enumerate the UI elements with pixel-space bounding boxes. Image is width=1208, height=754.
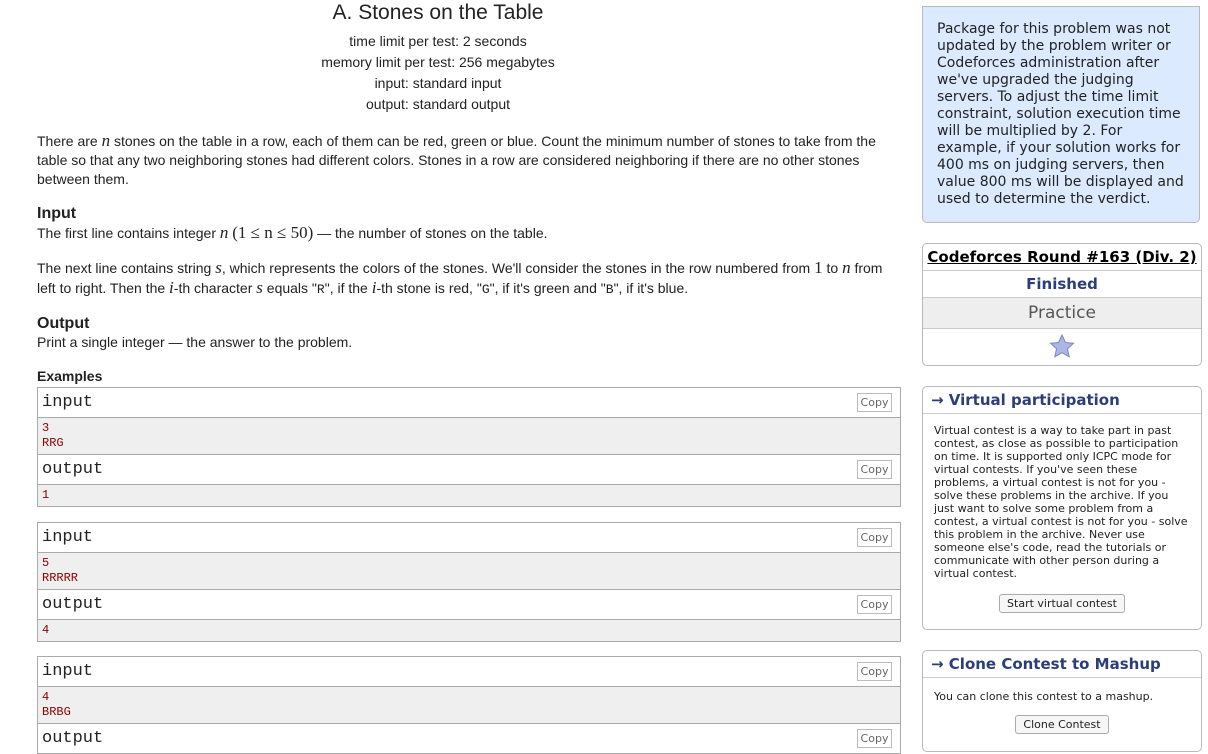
examples-title: Examples	[37, 368, 103, 384]
clone-contest-title: → Clone Contest to Mashup	[923, 651, 1201, 678]
problem-title: A. Stones on the Table	[332, 1, 544, 24]
copy-button[interactable]: Copy	[857, 528, 892, 547]
sample-output-header: output Copy	[38, 590, 900, 620]
star-icon[interactable]	[1049, 333, 1075, 358]
clone-contest-text: You can clone this contest to a mashup.	[934, 690, 1154, 703]
virtual-participation-text: Virtual contest is a way to take part in…	[934, 424, 1188, 580]
time-limit: time limit per test: 2 seconds	[349, 33, 527, 49]
sample-input-header: input Copy	[38, 388, 900, 418]
sample-input: 4 BRBG	[38, 687, 900, 724]
sample-test: input Copy 3 RRG output Copy 1	[37, 387, 901, 507]
input-spec-2: The next line contains string s, which r…	[37, 258, 883, 297]
sample-input-label: input	[42, 393, 94, 412]
clone-contest-box: → Clone Contest to Mashup You can clone …	[922, 650, 1202, 752]
start-virtual-contest-button[interactable]: Start virtual contest	[999, 594, 1125, 613]
sample-input-label: input	[42, 528, 94, 547]
sample-output-line: 1	[42, 488, 50, 502]
favourite-star[interactable]	[923, 329, 1201, 361]
sample-output-header: output Copy	[38, 455, 900, 485]
output-file: output: standard output	[366, 96, 510, 112]
round-name-link[interactable]: Codeforces Round #163 (Div. 2)	[927, 248, 1196, 266]
sample-input: 3 RRG	[38, 418, 900, 455]
sample-input-line: BRBG	[42, 705, 71, 719]
input-spec-1: The first line contains integer n (1 ≤ n…	[37, 223, 548, 242]
problem-notice: Package for this problem was not updated…	[922, 6, 1200, 223]
input-section-title: Input	[37, 205, 77, 222]
output-spec: Print a single integer — the answer to t…	[37, 334, 353, 350]
round-box: Codeforces Round #163 (Div. 2) Finished …	[922, 243, 1202, 366]
copy-button[interactable]: Copy	[857, 595, 892, 614]
sample-input-line: RRRRR	[42, 571, 79, 585]
output-section-title: Output	[37, 315, 90, 332]
round-status: Finished	[923, 271, 1201, 298]
round-mode: Practice	[923, 298, 1201, 329]
memory-limit: memory limit per test: 256 megabytes	[321, 54, 555, 70]
copy-button[interactable]: Copy	[857, 662, 892, 681]
sample-test: input Copy 5 RRRRR output Copy 4	[37, 522, 901, 642]
sample-input-header: input Copy	[38, 523, 900, 553]
sample-output-label: output	[42, 460, 104, 479]
virtual-participation-title: → Virtual participation	[923, 387, 1201, 414]
round-name-row: Codeforces Round #163 (Div. 2)	[923, 244, 1201, 271]
sample-output: 4	[38, 620, 900, 641]
sample-input-line: 5	[42, 556, 50, 570]
sample-input-line: 3	[42, 421, 50, 435]
sample-input-line: RRG	[42, 436, 64, 450]
sample-output-header: output Copy	[38, 724, 900, 754]
sample-input: 5 RRRRR	[38, 553, 900, 590]
copy-button[interactable]: Copy	[857, 460, 892, 479]
input-file: input: standard input	[374, 75, 502, 91]
sample-test: input Copy 4 BRBG output Copy	[37, 656, 901, 754]
sample-input-header: input Copy	[38, 657, 900, 687]
copy-button[interactable]: Copy	[857, 393, 892, 412]
virtual-participation-box: → Virtual participation Virtual contest …	[922, 386, 1202, 630]
clone-contest-button[interactable]: Clone Contest	[1015, 715, 1109, 734]
legend-text: There are n stones on the table in a row…	[37, 131, 876, 187]
sample-output-line: 4	[42, 623, 50, 637]
notice-text: Package for this problem was not updated…	[937, 21, 1184, 207]
sample-output: 1	[38, 485, 900, 506]
sample-input-line: 4	[42, 690, 50, 704]
sample-output-label: output	[42, 595, 104, 614]
problem-limits: time limit per test: 2 seconds memory li…	[6, 31, 870, 115]
sample-input-label: input	[42, 662, 94, 681]
problem-statement: A. Stones on the Table time limit per te…	[37, 0, 901, 754]
